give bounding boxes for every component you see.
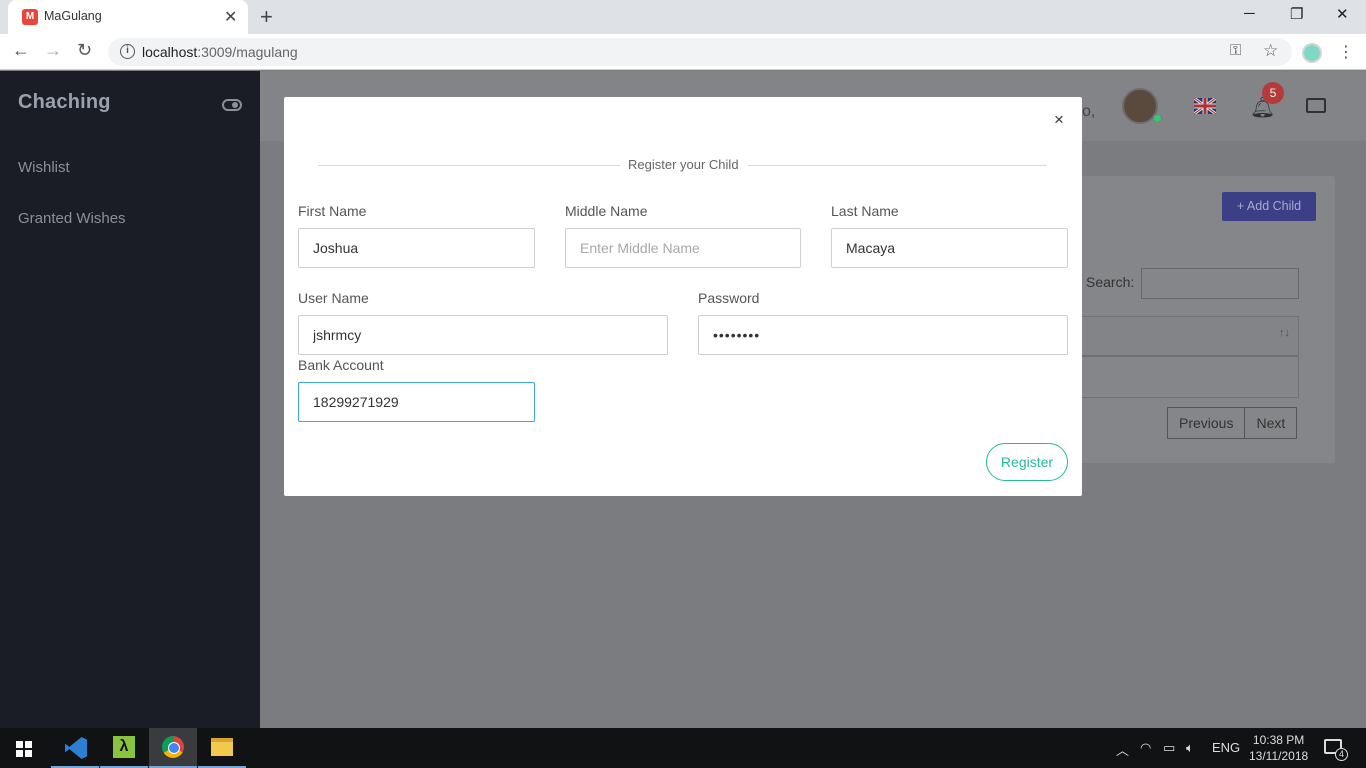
windows-taskbar: λ ︿ ◠ ▭ 🔈︎ ENG 10:38 PM 13/11/2018 4 — [0, 728, 1366, 768]
next-button[interactable]: Next — [1244, 408, 1296, 438]
tray-chevron-icon[interactable]: ︿ — [1116, 740, 1129, 759]
clock-time: 10:38 PM — [1252, 733, 1305, 747]
browser-menu-icon[interactable]: ⋮ — [1338, 42, 1354, 62]
sort-icon[interactable]: ↑↓ — [1279, 327, 1290, 339]
volume-icon[interactable]: 🔈︎ — [1186, 740, 1194, 756]
windows-start-icon[interactable] — [16, 741, 32, 757]
taskbar-vscode[interactable] — [51, 728, 99, 768]
taskbar-file-explorer[interactable] — [198, 728, 246, 768]
last-name-label: Last Name — [831, 203, 899, 219]
tab-title: MaGulang — [44, 9, 102, 23]
online-status-dot — [1153, 114, 1162, 123]
taskbar-chrome[interactable] — [149, 728, 197, 768]
language-indicator[interactable]: ENG — [1212, 740, 1240, 755]
url-host: localhost — [142, 44, 198, 60]
user-name-label: User Name — [298, 290, 369, 306]
reload-icon[interactable]: ↻ — [77, 40, 92, 61]
address-bar[interactable]: i localhost:3009/magulang ⚿ ☆ — [108, 38, 1292, 66]
modal-title: Register your Child — [628, 157, 739, 172]
title-divider-left — [318, 165, 620, 166]
previous-button[interactable]: Previous — [1168, 408, 1244, 438]
back-icon[interactable]: ← — [12, 40, 30, 61]
key-icon[interactable]: ⚿ — [1230, 42, 1241, 59]
vscode-icon — [65, 737, 87, 759]
close-tab-icon[interactable]: ✕ — [224, 7, 237, 27]
app-favicon-icon: M — [22, 9, 38, 25]
search-input[interactable] — [1141, 268, 1299, 299]
browser-tab-bar: M MaGulang ✕ + ─ ❐ ✕ — [0, 0, 1366, 34]
system-clock[interactable]: 10:38 PM 13/11/2018 — [1249, 732, 1308, 764]
browser-toolbar: ← → ↻ i localhost:3009/magulang ⚿ ☆ — [0, 34, 1366, 70]
search-label: Search: — [1086, 274, 1135, 290]
last-name-input[interactable] — [831, 228, 1068, 268]
new-tab-icon[interactable]: + — [260, 4, 273, 30]
first-name-input[interactable] — [298, 228, 535, 268]
register-button[interactable]: Register — [986, 443, 1068, 481]
restore-icon[interactable]: ❐ — [1290, 5, 1303, 23]
folder-icon — [211, 738, 233, 756]
forward-icon[interactable]: → — [44, 40, 62, 61]
uk-flag-icon[interactable] — [1193, 96, 1217, 116]
chrome-icon — [162, 736, 184, 758]
notification-badge: 5 — [1262, 82, 1284, 104]
first-name-label: First Name — [298, 203, 367, 219]
bank-account-label: Bank Account — [298, 357, 384, 373]
close-modal-icon[interactable]: × — [1054, 110, 1064, 130]
mail-icon[interactable] — [1306, 98, 1326, 113]
sidebar-toggle-icon[interactable] — [222, 99, 242, 111]
add-child-button[interactable]: + Add Child — [1222, 192, 1316, 221]
lambda-icon: λ — [113, 736, 135, 758]
title-divider-right — [748, 165, 1047, 166]
close-window-icon[interactable]: ✕ — [1336, 5, 1349, 23]
wifi-icon[interactable]: ◠ — [1140, 740, 1151, 756]
url-path: :3009/magulang — [197, 44, 298, 60]
register-child-modal: × Register your Child First Name Middle … — [284, 97, 1082, 496]
minimize-icon[interactable]: ─ — [1244, 5, 1255, 22]
middle-name-label: Middle Name — [565, 203, 648, 219]
pagination: Previous Next — [1167, 407, 1298, 439]
bank-account-input[interactable] — [298, 382, 535, 422]
taskbar-lambda-app[interactable]: λ — [100, 728, 148, 768]
user-name-input[interactable] — [298, 315, 668, 355]
sidebar-item-granted-wishes[interactable]: Granted Wishes — [18, 210, 126, 227]
browser-tab[interactable]: M MaGulang ✕ — [8, 0, 248, 34]
battery-icon[interactable]: ▭ — [1163, 740, 1175, 756]
sidebar: Chaching Wishlist Granted Wishes — [0, 71, 260, 728]
password-input[interactable] — [698, 315, 1068, 355]
middle-name-input[interactable] — [565, 228, 801, 268]
url-text[interactable]: localhost:3009/magulang — [142, 44, 298, 60]
password-label: Password — [698, 290, 760, 306]
action-center-count: 4 — [1335, 748, 1348, 761]
brand-logo[interactable]: Chaching — [18, 91, 111, 114]
site-info-icon[interactable]: i — [120, 44, 135, 59]
sidebar-item-wishlist[interactable]: Wishlist — [18, 159, 70, 176]
bookmark-star-icon[interactable]: ☆ — [1263, 41, 1278, 61]
clock-date: 13/11/2018 — [1249, 749, 1309, 763]
extension-icon[interactable] — [1302, 43, 1322, 63]
